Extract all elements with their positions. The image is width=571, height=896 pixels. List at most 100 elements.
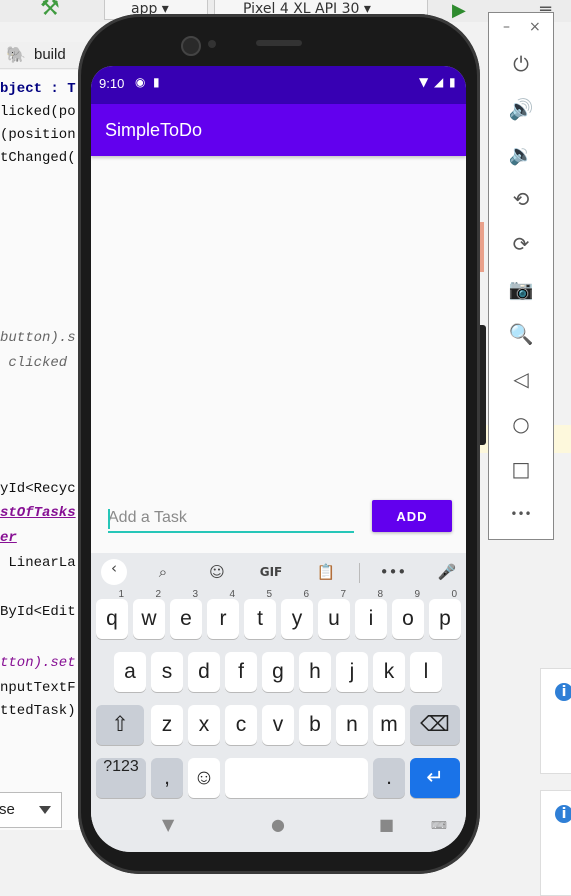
signal-icon: ◢: [434, 75, 444, 89]
power-icon[interactable]: ⏻: [507, 50, 535, 78]
key-hint: 0: [451, 589, 457, 600]
camera-icon[interactable]: 📷: [507, 275, 535, 303]
task-list: [91, 156, 466, 486]
key-c[interactable]: c: [225, 705, 257, 745]
key-n[interactable]: n: [336, 705, 368, 745]
symbols-key[interactable]: ?123: [96, 758, 146, 798]
run-icon[interactable]: ▶: [452, 0, 466, 21]
key-hint: 1: [118, 589, 124, 600]
space-key[interactable]: [225, 758, 368, 798]
key-label: n: [346, 713, 358, 736]
key-label: k: [383, 660, 395, 683]
key-g[interactable]: g: [262, 652, 294, 692]
notification-icon: ◉: [135, 75, 146, 89]
backspace-key[interactable]: ⌫: [410, 705, 460, 745]
code-line: er: [0, 530, 17, 546]
code-line: yId<Recyc: [0, 481, 76, 497]
clipboard-icon[interactable]: 📋: [312, 559, 340, 585]
ide-dropdown[interactable]: se: [0, 792, 62, 828]
chevron-left-icon[interactable]: ‹: [101, 559, 127, 585]
key-a[interactable]: a: [114, 652, 146, 692]
comma-key[interactable]: ,: [151, 758, 183, 798]
key-z[interactable]: z: [151, 705, 183, 745]
key-e[interactable]: e3: [170, 589, 202, 639]
period-key[interactable]: .: [373, 758, 405, 798]
build-hammer-icon[interactable]: ⚒: [40, 0, 66, 20]
rotate-left-icon[interactable]: ⟲: [507, 185, 535, 213]
key-w[interactable]: w2: [133, 589, 165, 639]
key-label: ?123: [103, 758, 139, 775]
more-icon[interactable]: •••: [379, 559, 407, 585]
nav-back-icon[interactable]: ▼: [162, 815, 174, 834]
key-r[interactable]: r4: [207, 589, 239, 639]
key-label: x: [198, 713, 210, 736]
key-k[interactable]: k: [373, 652, 405, 692]
zoom-icon[interactable]: 🔍: [507, 320, 535, 348]
key-v[interactable]: v: [262, 705, 294, 745]
key-j[interactable]: j: [336, 652, 368, 692]
home-icon[interactable]: ○: [507, 410, 535, 438]
key-y[interactable]: y6: [281, 589, 313, 639]
backspace-icon: ⌫: [420, 713, 450, 736]
key-i[interactable]: i8: [355, 589, 387, 639]
notification-panel[interactable]: i: [540, 668, 571, 774]
volume-key: [480, 325, 486, 445]
notification-panel[interactable]: i: [540, 790, 571, 896]
key-label: f: [238, 660, 244, 683]
task-input[interactable]: [108, 505, 354, 533]
key-o[interactable]: o9: [392, 589, 424, 639]
key-t[interactable]: t5: [244, 589, 276, 639]
key-q[interactable]: q1: [96, 589, 128, 639]
sensor: [208, 40, 216, 48]
key-f[interactable]: f: [225, 652, 257, 692]
more-icon[interactable]: •••: [507, 500, 535, 528]
key-d[interactable]: d: [188, 652, 220, 692]
volume-down-icon[interactable]: 🔉: [507, 140, 535, 168]
key-h[interactable]: h: [299, 652, 331, 692]
key-s[interactable]: s: [151, 652, 183, 692]
key-hint: 4: [229, 589, 235, 600]
overview-icon[interactable]: □: [507, 455, 535, 483]
key-label: g: [272, 660, 284, 683]
key-b[interactable]: b: [299, 705, 331, 745]
close-button[interactable]: ×: [529, 19, 541, 35]
add-button[interactable]: ADD: [372, 500, 452, 532]
navigation-bar: ▼ ● ■ ⌨: [91, 803, 466, 852]
key-m[interactable]: m: [373, 705, 405, 745]
key-x[interactable]: x: [188, 705, 220, 745]
key-label: e: [180, 607, 192, 630]
status-time: 9:10: [99, 76, 125, 91]
key-u[interactable]: u7: [318, 589, 350, 639]
keyboard-switch-icon[interactable]: ⌨: [431, 819, 447, 832]
app-bar: SimpleToDo: [91, 104, 466, 156]
code-line: licked(po: [0, 104, 76, 120]
key-label: a: [124, 660, 136, 683]
key-label: u: [328, 607, 340, 630]
text-cursor: [108, 509, 110, 529]
key-label: i: [368, 607, 374, 630]
minimize-button[interactable]: –: [503, 19, 510, 35]
key-hint: 6: [303, 589, 309, 600]
rotate-right-icon[interactable]: ⟳: [507, 230, 535, 258]
wifi-icon: ▼: [419, 75, 429, 89]
sticker-icon[interactable]: ☺: [203, 559, 231, 585]
key-label: o: [402, 607, 414, 630]
key-p[interactable]: p0: [429, 589, 461, 639]
key-l[interactable]: l: [410, 652, 442, 692]
shift-key[interactable]: ⇧: [96, 705, 144, 745]
front-camera: [181, 36, 201, 56]
nav-recents-icon[interactable]: ■: [379, 815, 394, 834]
code-line: ById<Edit: [0, 604, 76, 620]
search-icon[interactable]: ⌕: [149, 559, 177, 585]
key-hint: 9: [414, 589, 420, 600]
enter-key[interactable]: ↵: [410, 758, 460, 798]
volume-up-icon[interactable]: 🔊: [507, 95, 535, 123]
back-icon[interactable]: ◁: [507, 365, 535, 393]
build-tab[interactable]: 🐘 build: [0, 42, 90, 69]
nav-home-icon[interactable]: ●: [271, 815, 285, 834]
emoji-key[interactable]: ☺: [188, 758, 220, 798]
gif-button[interactable]: GIF: [257, 559, 285, 585]
emulator-controls-panel: – × ⏻ 🔊 🔉 ⟲ ⟳ 📷 🔍 ◁ ○ □ •••: [488, 12, 554, 540]
toolbar-divider: [359, 563, 360, 583]
mic-icon[interactable]: 🎤: [433, 559, 461, 585]
